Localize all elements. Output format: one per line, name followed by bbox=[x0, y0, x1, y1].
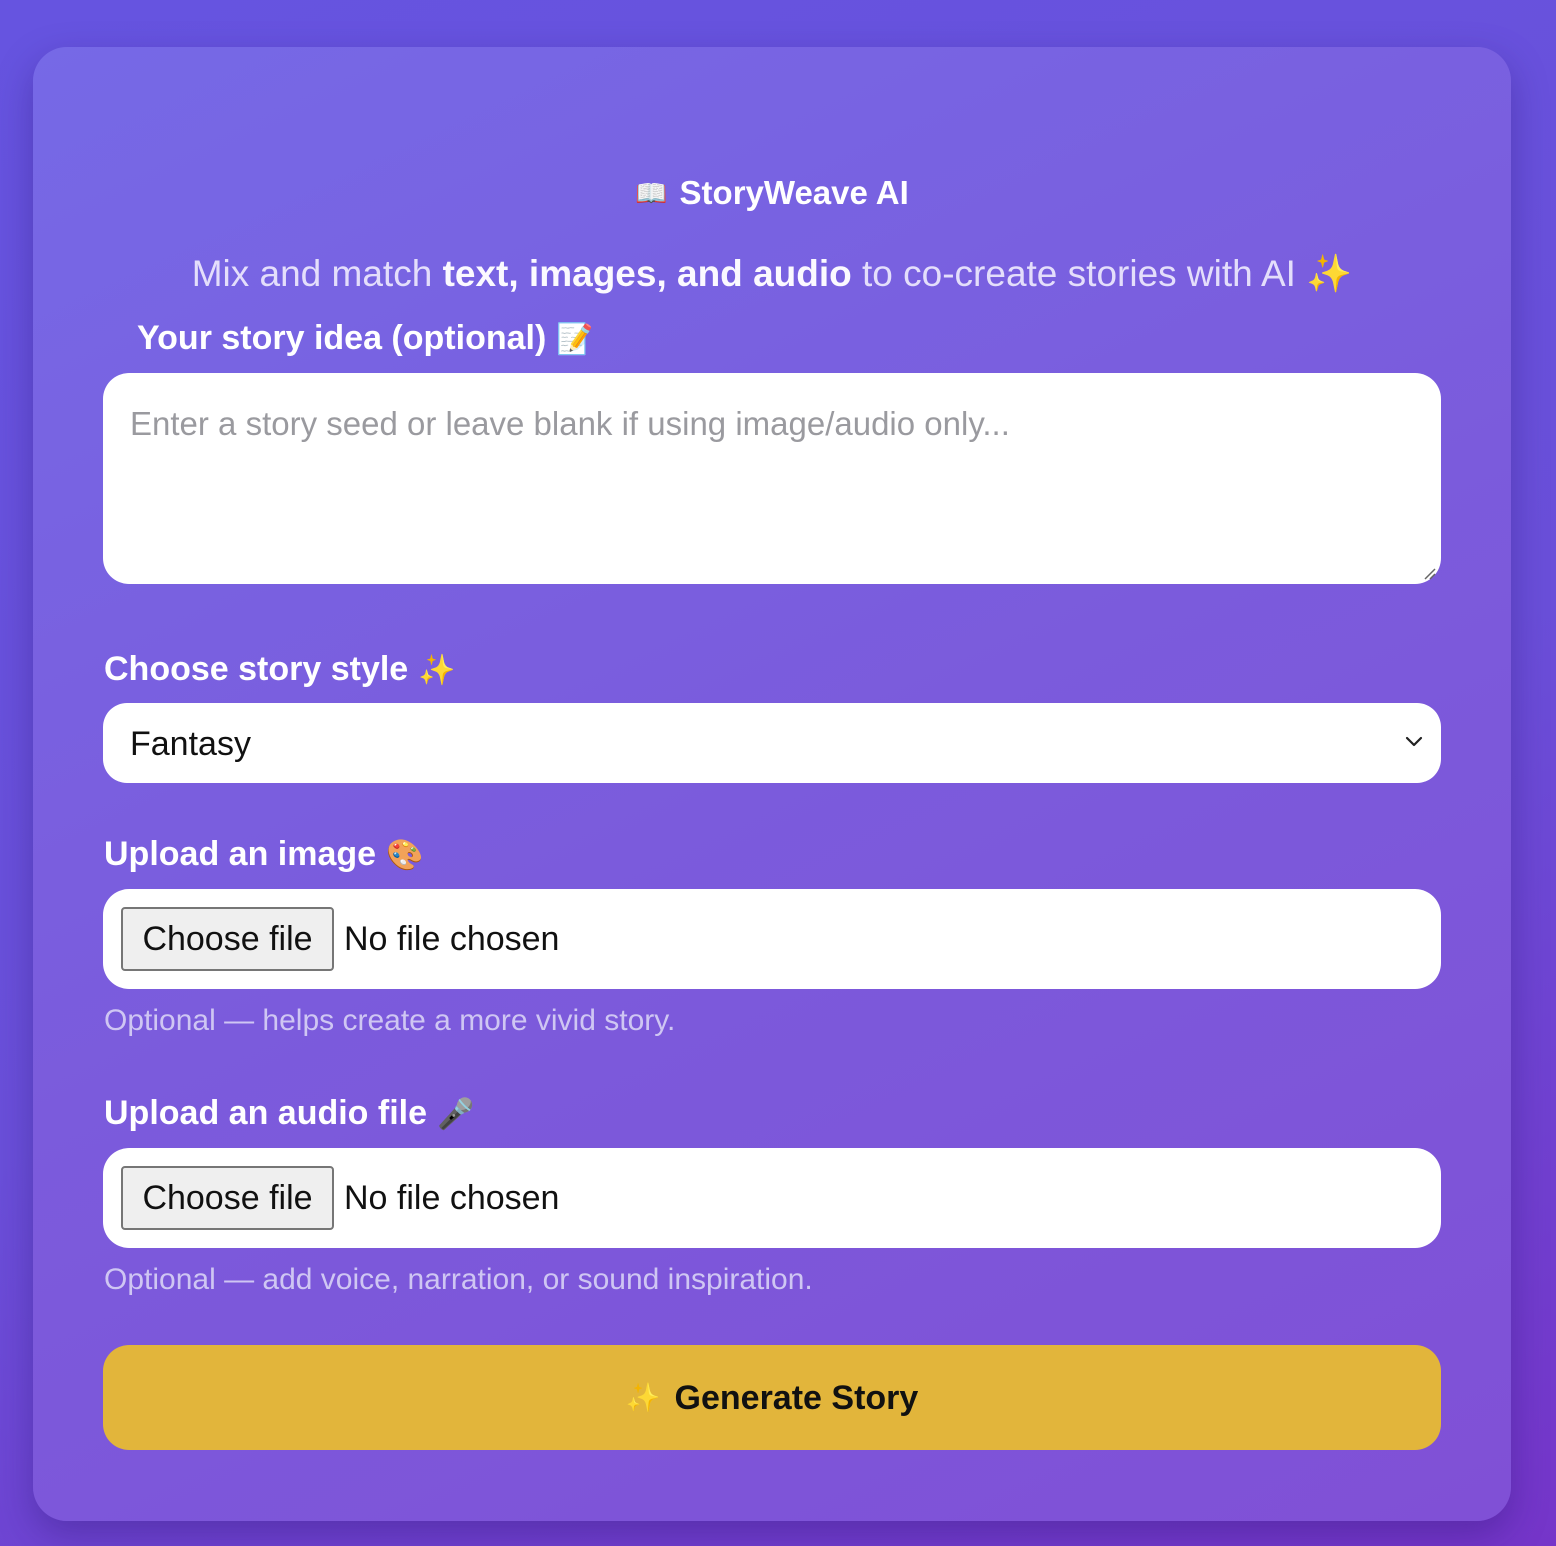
resize-grip-icon[interactable] bbox=[1422, 566, 1436, 580]
page-subtitle: Mix and match text, images, and audio to… bbox=[33, 251, 1511, 297]
image-choose-file-button[interactable]: Choose file bbox=[121, 907, 334, 971]
story-idea-textarea[interactable] bbox=[103, 373, 1441, 584]
audio-upload-hint: Optional — add voice, narration, or soun… bbox=[104, 1263, 813, 1296]
story-style-label: Choose story style ✨ bbox=[104, 649, 456, 691]
audio-upload-label: Upload an audio file 🎤 bbox=[104, 1093, 474, 1135]
image-upload-label: Upload an image 🎨 bbox=[104, 834, 423, 876]
image-file-status: No file chosen bbox=[344, 920, 560, 958]
image-upload-label-text: Upload an image bbox=[104, 835, 377, 873]
image-file-input: Choose file No file chosen bbox=[103, 889, 1441, 989]
chevron-down-icon bbox=[1405, 736, 1423, 747]
audio-upload-label-text: Upload an audio file bbox=[104, 1094, 428, 1132]
audio-file-input: Choose file No file chosen bbox=[103, 1148, 1441, 1248]
subtitle-bold: text, images, and audio bbox=[442, 253, 852, 294]
palette-icon: 🎨 bbox=[386, 839, 424, 872]
story-style-selected-value: Fantasy bbox=[130, 725, 251, 763]
page-title: 📖 StoryWeave AI bbox=[33, 175, 1511, 211]
memo-icon: 📝 bbox=[556, 323, 594, 356]
story-idea-label-text: Your story idea (optional) bbox=[137, 319, 547, 357]
subtitle-prefix: Mix and match bbox=[191, 253, 443, 294]
app-title-text: StoryWeave AI bbox=[679, 174, 909, 211]
sparkles-icon: ✨ bbox=[625, 1382, 661, 1413]
story-idea-label: Your story idea (optional) 📝 bbox=[137, 318, 594, 360]
subtitle-suffix: to co-create stories with AI bbox=[851, 253, 1296, 294]
open-book-icon: 📖 bbox=[635, 178, 668, 208]
microphone-icon: 🎤 bbox=[437, 1098, 475, 1131]
story-style-label-text: Choose story style bbox=[104, 650, 409, 688]
story-form-card: 📖 StoryWeave AI Mix and match text, image… bbox=[33, 47, 1511, 1521]
story-style-select[interactable]: Fantasy bbox=[103, 703, 1441, 783]
audio-choose-file-button[interactable]: Choose file bbox=[121, 1166, 334, 1230]
sparkles-icon: ✨ bbox=[418, 654, 456, 687]
image-upload-hint: Optional — helps create a more vivid sto… bbox=[104, 1004, 676, 1037]
sparkles-icon: ✨ bbox=[1306, 253, 1353, 294]
generate-story-button[interactable]: ✨ Generate Story bbox=[103, 1345, 1441, 1450]
generate-story-label: Generate Story bbox=[674, 1379, 919, 1417]
audio-file-status: No file chosen bbox=[344, 1179, 560, 1217]
